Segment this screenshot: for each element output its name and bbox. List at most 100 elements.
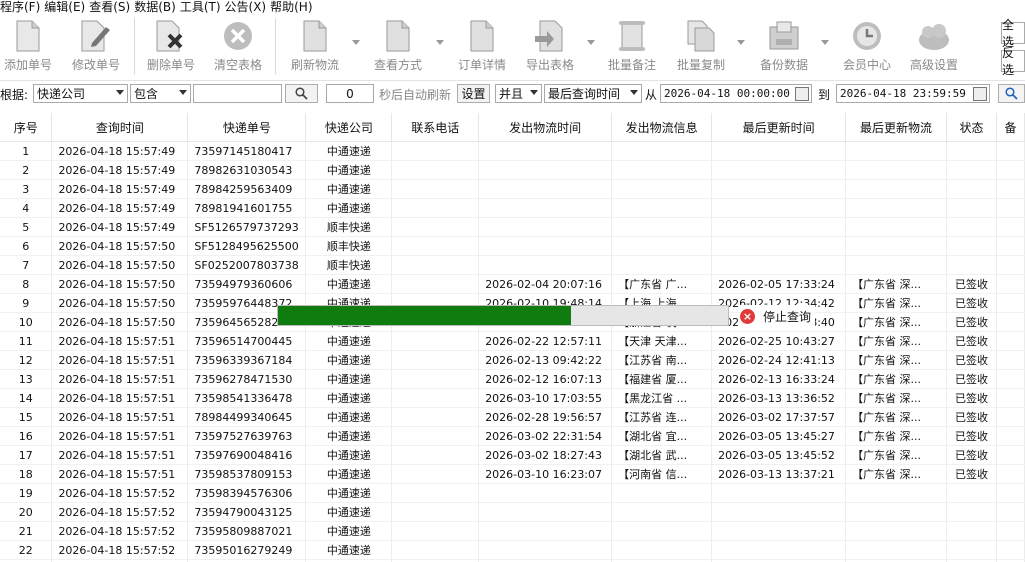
- menu-view[interactable]: 查看(S): [89, 0, 134, 14]
- view-mode-button[interactable]: 查看方式: [370, 18, 426, 76]
- delete-order-button[interactable]: 删除单号: [143, 18, 199, 76]
- menu-tools[interactable]: 工具(T): [180, 0, 225, 14]
- filter-operator-select[interactable]: 包含: [130, 84, 191, 103]
- batch-copy-button[interactable]: 批量复制: [673, 18, 729, 76]
- column-header[interactable]: 发出物流时间: [478, 113, 613, 142]
- refresh-logistics-button[interactable]: 刷新物流: [287, 18, 343, 76]
- filter-field-select[interactable]: 快递公司: [33, 84, 128, 103]
- advanced-settings-button[interactable]: 高级设置: [906, 18, 962, 76]
- table-row[interactable]: 7 2026-04-18 15:57:50 SF0252007803738 顺丰快递: [0, 255, 1025, 275]
- table-cell: [946, 179, 997, 199]
- table-row[interactable]: 15 2026-04-18 15:57:51 78984499340645 中通速递 2…: [0, 407, 1025, 427]
- table-row[interactable]: 18 2026-04-18 15:57:51 73598537809153 中通速递 2…: [0, 464, 1025, 484]
- table-row[interactable]: 21 2026-04-18 15:57:52 73595809887021 中通速递: [0, 521, 1025, 541]
- clear-table-button[interactable]: 清空表格: [210, 18, 266, 76]
- column-header[interactable]: 联系电话: [391, 113, 480, 142]
- column-header[interactable]: 最后更新时间: [711, 113, 847, 142]
- table-cell: [478, 255, 613, 275]
- search-button-2[interactable]: [998, 84, 1025, 103]
- table-cell: 2026-04-18 15:57:52: [51, 483, 189, 503]
- table-row[interactable]: 5 2026-04-18 15:57:49 SF5126579737293 顺丰快递: [0, 217, 1025, 237]
- table-cell: 6: [0, 236, 53, 256]
- table-cell: 73594790043125: [187, 502, 307, 522]
- table-row[interactable]: 20 2026-04-18 15:57:52 73594790043125 中通速递: [0, 502, 1025, 522]
- column-header[interactable]: 快递公司: [305, 113, 393, 142]
- table-cell: 已签收: [946, 350, 997, 370]
- table-row[interactable]: 19 2026-04-18 15:57:52 73598394576306 中通速递: [0, 483, 1025, 503]
- chevron-down-icon[interactable]: [352, 40, 360, 46]
- column-header[interactable]: 备: [996, 113, 1025, 142]
- table-cell: 2026-04-18 15:57:50: [51, 293, 189, 313]
- menu-edit[interactable]: 编辑(E): [44, 0, 89, 14]
- column-header[interactable]: 状态: [946, 113, 997, 142]
- table-cell: 2026-04-18 15:57:49: [51, 179, 189, 199]
- table-row[interactable]: 11 2026-04-18 15:57:51 73596514700445 中通速递 2…: [0, 331, 1025, 351]
- search-button[interactable]: [285, 84, 318, 103]
- table-row[interactable]: 4 2026-04-18 15:57:49 78981941601755 中通速递: [0, 198, 1025, 218]
- table-row[interactable]: 13 2026-04-18 15:57:51 73596278471530 中通速递 2…: [0, 369, 1025, 389]
- filter-text-input[interactable]: [193, 84, 282, 103]
- add-order-button[interactable]: 添加单号: [0, 18, 56, 76]
- column-header[interactable]: 最后更新物流: [845, 113, 947, 142]
- menu-notice[interactable]: 公告(X): [225, 0, 271, 14]
- chevron-down-icon[interactable]: [737, 40, 745, 46]
- table-row[interactable]: 2 2026-04-18 15:57:49 78982631030543 中通速递: [0, 160, 1025, 180]
- edit-order-button[interactable]: 修改单号: [68, 18, 124, 76]
- invert-selection-button[interactable]: 反选: [1001, 46, 1025, 77]
- table-cell: 11: [0, 331, 53, 351]
- table-row[interactable]: 14 2026-04-18 15:57:51 73598541336478 中通速递 2…: [0, 388, 1025, 408]
- member-center-button[interactable]: 会员中心: [839, 18, 895, 76]
- table-row[interactable]: 16 2026-04-18 15:57:51 73597527639763 中通速递 2…: [0, 426, 1025, 446]
- column-header[interactable]: 快递单号: [187, 113, 307, 142]
- table-cell: 中通速递: [305, 445, 393, 465]
- table-cell: [478, 179, 613, 199]
- refresh-interval-input[interactable]: 0: [326, 84, 374, 103]
- table-cell: 中通速递: [305, 141, 393, 161]
- select-all-button[interactable]: 全选: [1001, 18, 1025, 49]
- table-cell: 73598394576306: [187, 483, 307, 503]
- export-table-button[interactable]: 导出表格: [522, 18, 578, 76]
- backup-data-button[interactable]: 备份数据: [756, 18, 812, 76]
- order-detail-button[interactable]: 订单详情: [454, 18, 510, 76]
- table-cell: [478, 217, 613, 237]
- chevron-down-icon[interactable]: [821, 40, 829, 46]
- table-cell: 中通速递: [305, 331, 393, 351]
- table-row[interactable]: 8 2026-04-18 15:57:50 73594979360606 中通速递 20…: [0, 274, 1025, 294]
- column-header[interactable]: 序号: [0, 113, 53, 142]
- time-field-select[interactable]: 最后查询时间: [544, 84, 642, 103]
- date-to-picker[interactable]: 2026-04-18 23:59:59: [836, 84, 990, 103]
- stop-query-button[interactable]: × 停止查询: [740, 305, 816, 327]
- chevron-down-icon[interactable]: [587, 40, 595, 46]
- table-cell: [845, 502, 947, 522]
- table-cell: 2026-04-18 15:57:51: [51, 407, 189, 427]
- table-cell: 2026-04-18 15:57:51: [51, 445, 189, 465]
- table-cell: 73596278471530: [187, 369, 307, 389]
- settings-blob-icon: [917, 18, 951, 54]
- toolbar: 添加单号 修改单号 删除单号 清空表格 刷新物流 查看方式 订单详情 导出表格 …: [0, 14, 1025, 81]
- table-cell: 2026-04-18 15:57:51: [51, 388, 189, 408]
- table-cell: [845, 540, 947, 560]
- table-row[interactable]: 22 2026-04-18 15:57:52 73595016279249 中通速递: [0, 540, 1025, 560]
- table-cell: 2026-02-05 17:33:24: [711, 274, 847, 294]
- table-row[interactable]: 3 2026-04-18 15:57:49 78984259563409 中通速递: [0, 179, 1025, 199]
- menu-program[interactable]: 程序(F): [0, 0, 44, 14]
- logic-select[interactable]: 并且: [495, 84, 542, 103]
- column-header[interactable]: 查询时间: [51, 113, 189, 142]
- results-table[interactable]: 序号 查询时间 快递单号 快递公司 联系电话 发出物流时间 发出物流信息 最后更新时间 最后更新…: [0, 113, 1025, 562]
- table-cell: 2026-04-18 15:57:51: [51, 464, 189, 484]
- table-cell: 4: [0, 198, 53, 218]
- table-cell: 已签收: [946, 388, 997, 408]
- table-cell: [391, 445, 480, 465]
- menu-help[interactable]: 帮助(H): [270, 0, 316, 14]
- chevron-down-icon[interactable]: [436, 40, 444, 46]
- batch-remark-button[interactable]: 批量备注: [604, 18, 660, 76]
- column-header[interactable]: 发出物流信息: [611, 113, 713, 142]
- table-row[interactable]: 17 2026-04-18 15:57:51 73597690048416 中通速递 2…: [0, 445, 1025, 465]
- table-row[interactable]: 6 2026-04-18 15:57:50 SF5128495625500 顺丰快递: [0, 236, 1025, 256]
- table-row[interactable]: 1 2026-04-18 15:57:49 73597145180417 中通速递: [0, 141, 1025, 161]
- table-row[interactable]: 12 2026-04-18 15:57:51 73596339367184 中通速递 2…: [0, 350, 1025, 370]
- table-cell: [711, 540, 847, 560]
- menu-data[interactable]: 数据(B): [134, 0, 180, 14]
- date-from-picker[interactable]: 2026-04-18 00:00:00: [660, 84, 812, 103]
- settings-button[interactable]: 设置: [457, 84, 490, 103]
